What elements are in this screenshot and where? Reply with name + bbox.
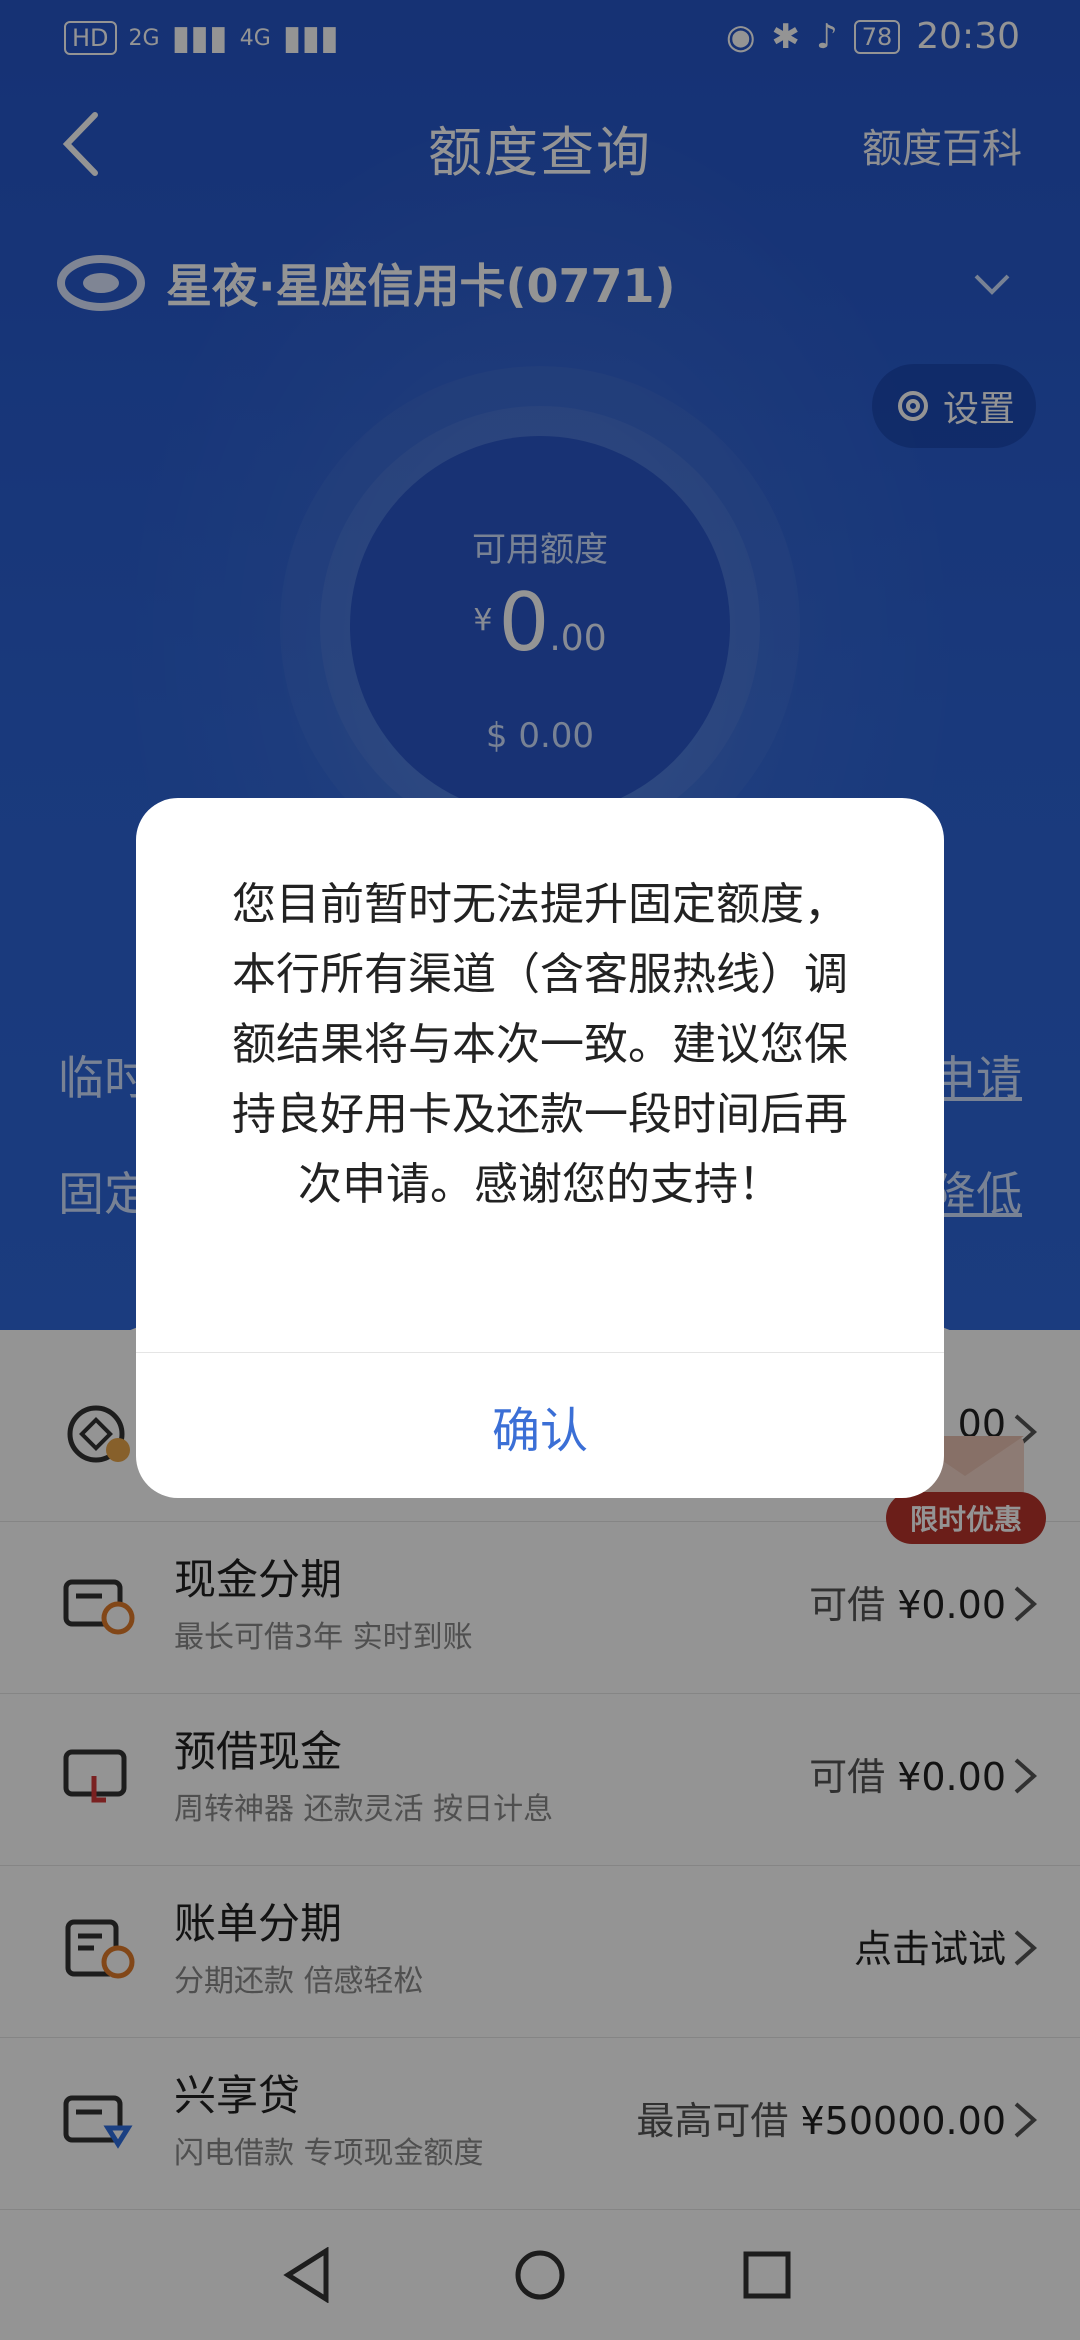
confirm-button[interactable]: 确认 <box>136 1354 944 1498</box>
alert-dialog: 您目前暂时无法提升固定额度，本行所有渠道（含客服热线）调额结果将与本次一致。建议… <box>136 798 944 1498</box>
dialog-message: 您目前暂时无法提升固定额度，本行所有渠道（含客服热线）调额结果将与本次一致。建议… <box>232 879 848 1210</box>
dialog-divider <box>136 1352 944 1353</box>
